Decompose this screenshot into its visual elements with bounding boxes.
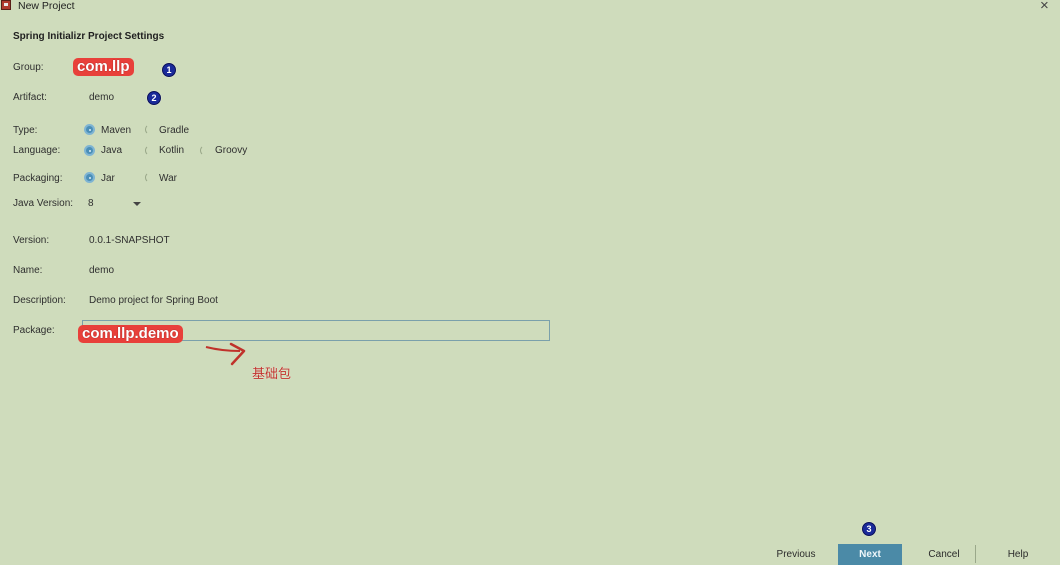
group-field[interactable]: com.llp	[73, 58, 134, 76]
type-maven-label[interactable]: Maven	[101, 125, 131, 136]
packaging-war-radio[interactable]	[145, 172, 156, 183]
group-label: Group:	[13, 62, 44, 73]
language-kotlin-radio[interactable]	[145, 145, 156, 156]
arrow-annotation-icon	[205, 342, 246, 366]
step-3-badge: 3	[862, 522, 876, 536]
language-java-radio[interactable]	[84, 145, 95, 156]
packaging-jar-label[interactable]: Jar	[101, 173, 115, 184]
close-icon[interactable]: ×	[1040, 0, 1049, 14]
description-label: Description:	[13, 295, 66, 306]
java-version-select[interactable]: 8	[84, 193, 146, 211]
language-kotlin-label[interactable]: Kotlin	[159, 145, 184, 156]
package-note: 基础包	[252, 367, 292, 382]
chevron-down-icon	[133, 202, 141, 206]
type-gradle-label[interactable]: Gradle	[159, 125, 189, 136]
packaging-war-label[interactable]: War	[159, 173, 177, 184]
java-version-value: 8	[88, 198, 94, 209]
artifact-label: Artifact:	[13, 92, 47, 103]
button-divider	[975, 545, 976, 563]
package-label: Package:	[13, 325, 55, 336]
java-version-label: Java Version:	[13, 198, 74, 209]
language-java-label[interactable]: Java	[101, 145, 122, 156]
language-groovy-label[interactable]: Groovy	[215, 145, 247, 156]
section-title: Spring Initializr Project Settings	[13, 31, 165, 42]
name-label: Name:	[13, 265, 43, 276]
previous-button[interactable]: Previous	[768, 544, 824, 565]
type-maven-radio[interactable]	[84, 124, 95, 135]
step-1-badge: 1	[162, 63, 176, 77]
version-label: Version:	[13, 235, 50, 246]
description-field[interactable]: Demo project for Spring Boot	[89, 295, 218, 306]
type-gradle-radio[interactable]	[145, 124, 156, 135]
packaging-label: Packaging:	[13, 173, 63, 184]
language-label: Language:	[13, 145, 61, 156]
artifact-field[interactable]: demo	[89, 92, 114, 103]
window-title: New Project	[18, 0, 75, 12]
name-field[interactable]: demo	[89, 265, 114, 276]
type-label: Type:	[13, 125, 38, 136]
help-button[interactable]: Help	[996, 544, 1040, 565]
package-value: com.llp.demo	[78, 325, 183, 343]
step-2-badge: 2	[147, 91, 161, 105]
app-icon	[1, 0, 11, 10]
version-field[interactable]: 0.0.1-SNAPSHOT	[89, 235, 170, 246]
title-bar	[0, 0, 1060, 14]
cancel-button[interactable]: Cancel	[918, 544, 970, 565]
packaging-jar-radio[interactable]	[84, 172, 95, 183]
language-groovy-radio[interactable]	[200, 145, 211, 156]
next-button[interactable]: Next	[838, 544, 902, 565]
